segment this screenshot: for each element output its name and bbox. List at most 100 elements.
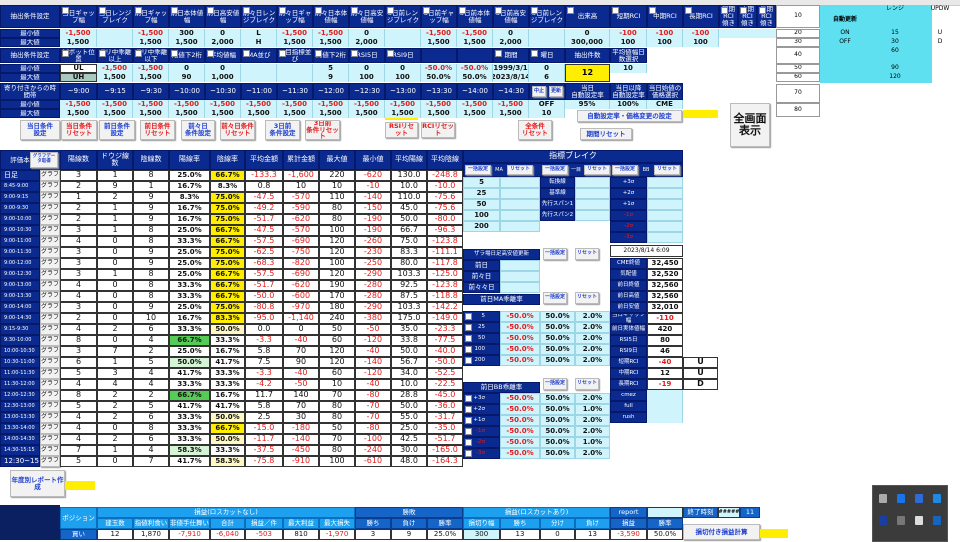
bb-dev-step[interactable]: 1.0%: [575, 404, 610, 415]
min-value-cell[interactable]: 0: [349, 64, 385, 73]
max-value-cell[interactable]: 1,500: [133, 38, 169, 47]
min-value-cell[interactable]: L: [241, 29, 277, 38]
ma-row-input[interactable]: [500, 177, 540, 188]
zaraba-bulk-set-button[interactable]: 一括設定: [543, 248, 567, 260]
max-value-cell[interactable]: 1,500: [97, 109, 133, 118]
ma-dev-bulk-set-button[interactable]: 一括設定: [543, 292, 567, 304]
max-value-cell[interactable]: 100: [610, 38, 647, 47]
graph-button[interactable]: グラフ: [40, 346, 60, 357]
ma-dev-step[interactable]: 2.0%: [575, 311, 610, 322]
max-value-cell[interactable]: 100: [647, 38, 683, 47]
all-conditions-reset-button[interactable]: 全条件 リセット: [518, 120, 552, 140]
today-condition-set-button[interactable]: 当日条件 設定: [20, 120, 60, 140]
min-value-cell[interactable]: -100: [610, 29, 647, 38]
switch-max[interactable]: 10: [529, 109, 565, 118]
ma-dev-row-checkbox[interactable]: [465, 324, 472, 331]
condition-checkbox[interactable]: [612, 7, 619, 14]
max-value-cell[interactable]: 100: [385, 73, 421, 82]
bb-row-input[interactable]: [647, 199, 683, 210]
bb-dev-step[interactable]: 2.0%: [575, 415, 610, 426]
ma-bulk-set-button[interactable]: 一括設定: [465, 165, 491, 175]
condition-checkbox[interactable]: [531, 7, 538, 14]
w-value-cell[interactable]: 40: [776, 47, 820, 64]
max-value-cell[interactable]: 2,000: [493, 38, 529, 47]
min-value-cell[interactable]: -1,500: [457, 29, 493, 38]
switch-value[interactable]: OFF: [529, 100, 565, 109]
ma-dev-max[interactable]: 50.0%: [540, 333, 575, 344]
bb-dev-max[interactable]: 50.0%: [540, 448, 575, 459]
max-value-cell[interactable]: 1,500: [169, 109, 205, 118]
avg-range-days[interactable]: 10: [610, 64, 647, 73]
bb-dev-row-checkbox[interactable]: [465, 406, 472, 413]
graph-button[interactable]: グラフ: [40, 401, 60, 412]
condition-checkbox[interactable]: [740, 7, 747, 14]
max-value-cell[interactable]: 1,500: [421, 109, 457, 118]
three-days-ago-set-button[interactable]: 3日前 条件設定: [265, 120, 300, 140]
min-value-cell[interactable]: -1,500: [421, 100, 457, 109]
graph-button[interactable]: グラフ: [40, 236, 60, 247]
max-value-cell[interactable]: 50.0%: [457, 73, 493, 82]
losscut-pl-calc-button[interactable]: 損切付き損益計算: [683, 524, 760, 540]
min-value-cell[interactable]: -1,500: [60, 100, 97, 109]
min-value-cell[interactable]: 0: [169, 64, 205, 73]
condition-checkbox[interactable]: [171, 50, 178, 57]
rci-reset-button[interactable]: RCIリセット: [421, 122, 455, 138]
max-value-cell[interactable]: [529, 38, 565, 47]
min-value-cell[interactable]: -100: [647, 29, 683, 38]
bb-dev-min[interactable]: -50.0%: [500, 426, 540, 437]
graph-button[interactable]: グラフ: [40, 247, 60, 258]
usb-icon[interactable]: [879, 494, 887, 503]
bb-row-input[interactable]: [647, 177, 683, 188]
min-value-cell[interactable]: 300: [169, 29, 205, 38]
bb-dev-max[interactable]: 50.0%: [540, 426, 575, 437]
min-value-cell[interactable]: -1,500: [493, 100, 529, 109]
graph-button[interactable]: グラフ: [40, 423, 60, 434]
min-value-cell[interactable]: UL: [60, 64, 97, 73]
prev-day-condition-reset-button[interactable]: 前日条件 リセット: [140, 120, 175, 140]
ma-dev-row-checkbox[interactable]: [465, 335, 472, 342]
microphone-icon[interactable]: [915, 516, 923, 525]
bb-dev-min[interactable]: -50.0%: [500, 415, 540, 426]
min-value-cell[interactable]: 0: [349, 29, 385, 38]
min-value-cell[interactable]: -1,500: [133, 64, 169, 73]
graph-button[interactable]: グラフ: [40, 390, 60, 401]
range-value[interactable]: 15: [870, 29, 920, 38]
max-value-cell[interactable]: 6: [529, 73, 565, 82]
max-value-cell[interactable]: 1,500: [313, 109, 349, 118]
condition-checkbox[interactable]: [649, 7, 656, 14]
ma-dev-max[interactable]: 50.0%: [540, 322, 575, 333]
condition-header[interactable]: [421, 48, 457, 63]
ma-dev-min[interactable]: -50.0%: [500, 355, 540, 366]
min-value-cell[interactable]: -1,500: [97, 64, 133, 73]
condition-header[interactable]: 抽出件数: [565, 48, 610, 63]
max-value-cell[interactable]: 2,000: [349, 38, 385, 47]
condition-checkbox[interactable]: [351, 50, 358, 57]
range-value[interactable]: 60: [870, 47, 920, 56]
min-value-cell[interactable]: -1,500: [421, 29, 457, 38]
zaraba-row-input[interactable]: [500, 271, 540, 282]
bb-dev-bulk-set-button[interactable]: 一括設定: [543, 378, 567, 390]
condition-checkbox[interactable]: [279, 50, 286, 57]
max-value-cell[interactable]: [277, 73, 313, 82]
condition-checkbox[interactable]: [99, 50, 106, 57]
bb-dev-row-checkbox[interactable]: [465, 450, 472, 457]
graph-button[interactable]: グラフ: [40, 412, 60, 423]
ma-dev-max[interactable]: 50.0%: [540, 344, 575, 355]
w-value-cell[interactable]: 60: [776, 73, 820, 82]
condition-checkbox[interactable]: [207, 7, 214, 14]
w-value-cell[interactable]: 30: [776, 38, 820, 47]
max-value-cell[interactable]: 1,000: [205, 73, 241, 82]
condition-checkbox[interactable]: [243, 50, 250, 57]
w-value-cell[interactable]: 70: [776, 84, 820, 103]
ma-row-input[interactable]: [500, 210, 540, 221]
ma-dev-row-checkbox[interactable]: [465, 346, 472, 353]
max-value-cell[interactable]: 300,000: [565, 38, 610, 47]
bb-row-input[interactable]: [647, 232, 683, 243]
min-value-cell[interactable]: 0: [493, 29, 529, 38]
min-value-cell[interactable]: [385, 29, 421, 38]
app-icon[interactable]: [879, 516, 887, 525]
ma-dev-step[interactable]: 2.0%: [575, 355, 610, 366]
ma-dev-row-checkbox[interactable]: [465, 357, 472, 364]
min-value-cell[interactable]: -50.0%: [421, 64, 457, 73]
bb-dev-min[interactable]: -50.0%: [500, 404, 540, 415]
